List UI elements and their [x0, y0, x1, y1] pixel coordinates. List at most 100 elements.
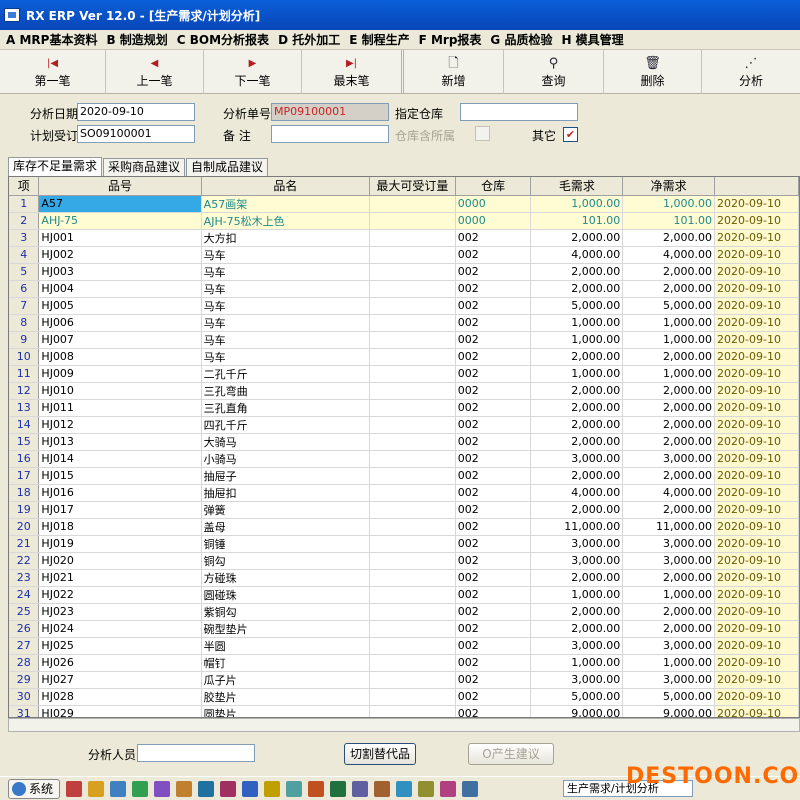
cell-max-orderable[interactable]: [369, 552, 456, 570]
cell-warehouse[interactable]: 002: [455, 246, 532, 264]
cell-item-name[interactable]: 二孔千斤: [201, 365, 371, 383]
cell-gross-demand[interactable]: 1,000.00: [530, 365, 624, 383]
cell-gross-demand[interactable]: 5,000.00: [530, 688, 624, 706]
cell-date[interactable]: 2020-09-10: [714, 246, 799, 264]
taskbar-tool-icon-3[interactable]: [110, 780, 126, 797]
cell-date[interactable]: 2020-09-10: [714, 399, 799, 417]
cell-item-name[interactable]: 抽屉子: [201, 467, 371, 485]
cell-max-orderable[interactable]: [369, 705, 456, 717]
cell-item-no[interactable]: HJ020: [38, 552, 202, 570]
cell-net-demand[interactable]: 1,000.00: [622, 195, 716, 213]
cell-max-orderable[interactable]: [369, 382, 456, 400]
cell-item-no[interactable]: HJ018: [38, 518, 202, 536]
cell-item-name[interactable]: 马车: [201, 263, 371, 281]
cell-item-no[interactable]: HJ007: [38, 331, 202, 349]
cell-date[interactable]: 2020-09-10: [714, 314, 799, 332]
menu-item-bom-report[interactable]: C BOM分析报表: [177, 31, 269, 48]
cell-gross-demand[interactable]: 2,000.00: [530, 280, 624, 298]
cell-max-orderable[interactable]: [369, 280, 456, 298]
cell-warehouse[interactable]: 002: [455, 263, 532, 281]
cell-warehouse[interactable]: 002: [455, 365, 532, 383]
table-row[interactable]: 2 AHJ-75 AJH-75松木上色 0000 101.00 101.00 2020-09…: [9, 212, 799, 230]
table-row[interactable]: 22 HJ020 铜勾 002 3,000.00 3,000.00 2020-09-10: [9, 552, 799, 570]
menu-item-mrp-report[interactable]: F Mrp报表: [419, 31, 482, 48]
cell-date[interactable]: 2020-09-10: [714, 212, 799, 230]
cell-item-name[interactable]: 马车: [201, 348, 371, 366]
cell-gross-demand[interactable]: 2,000.00: [530, 382, 624, 400]
taskbar-tool-icon-9[interactable]: [242, 780, 258, 797]
table-row[interactable]: 15 HJ013 大骑马 002 2,000.00 2,000.00 2020-09-10: [9, 433, 799, 451]
cell-item-no[interactable]: HJ003: [38, 263, 202, 281]
cell-date[interactable]: 2020-09-10: [714, 535, 799, 553]
col-item-no[interactable]: 品号: [38, 177, 202, 196]
table-row[interactable]: 24 HJ022 圆碰珠 002 1,000.00 1,000.00 2020-09-10: [9, 586, 799, 604]
cell-item-name[interactable]: 圆碰珠: [201, 586, 371, 604]
cell-gross-demand[interactable]: 3,000.00: [530, 450, 624, 468]
cell-max-orderable[interactable]: [369, 195, 456, 213]
table-row[interactable]: 19 HJ017 弹簧 002 2,000.00 2,000.00 2020-09-10: [9, 501, 799, 519]
cell-gross-demand[interactable]: 1,000.00: [530, 654, 624, 672]
table-row[interactable]: 12 HJ010 三孔弯曲 002 2,000.00 2,000.00 2020-09-10: [9, 382, 799, 400]
cell-date[interactable]: 2020-09-10: [714, 705, 799, 717]
cell-item-no[interactable]: HJ016: [38, 484, 202, 502]
cell-net-demand[interactable]: 1,000.00: [622, 586, 716, 604]
cell-net-demand[interactable]: 101.00: [622, 212, 716, 230]
cell-gross-demand[interactable]: 2,000.00: [530, 399, 624, 417]
cell-date[interactable]: 2020-09-10: [714, 688, 799, 706]
taskbar-tool-icon-5[interactable]: [154, 780, 170, 797]
cell-warehouse[interactable]: 002: [455, 603, 532, 621]
cell-date[interactable]: 2020-09-10: [714, 569, 799, 587]
cell-max-orderable[interactable]: [369, 365, 456, 383]
first-record-button[interactable]: |◀ 第一笔: [0, 50, 106, 94]
cell-gross-demand[interactable]: 1,000.00: [530, 314, 624, 332]
cell-date[interactable]: 2020-09-10: [714, 263, 799, 281]
cell-date[interactable]: 2020-09-10: [714, 467, 799, 485]
menu-item-quality[interactable]: G 品质检验: [490, 31, 552, 48]
cell-gross-demand[interactable]: 2,000.00: [530, 569, 624, 587]
cell-gross-demand[interactable]: 3,000.00: [530, 552, 624, 570]
cell-item-no[interactable]: HJ015: [38, 467, 202, 485]
cell-net-demand[interactable]: 11,000.00: [622, 518, 716, 536]
cell-item-name[interactable]: 三孔弯曲: [201, 382, 371, 400]
cell-max-orderable[interactable]: [369, 399, 456, 417]
cell-net-demand[interactable]: 2,000.00: [622, 263, 716, 281]
cell-warehouse[interactable]: 002: [455, 280, 532, 298]
cell-date[interactable]: 2020-09-10: [714, 331, 799, 349]
cell-item-name[interactable]: 弹簧: [201, 501, 371, 519]
warehouse-field[interactable]: [460, 103, 578, 121]
cell-date[interactable]: 2020-09-10: [714, 365, 799, 383]
cell-net-demand[interactable]: 3,000.00: [622, 450, 716, 468]
cell-warehouse[interactable]: 002: [455, 518, 532, 536]
cell-max-orderable[interactable]: [369, 229, 456, 247]
cell-gross-demand[interactable]: 4,000.00: [530, 484, 624, 502]
cell-date[interactable]: 2020-09-10: [714, 603, 799, 621]
cell-date[interactable]: 2020-09-10: [714, 501, 799, 519]
cell-gross-demand[interactable]: 11,000.00: [530, 518, 624, 536]
cell-gross-demand[interactable]: 2,000.00: [530, 603, 624, 621]
cell-max-orderable[interactable]: [369, 297, 456, 315]
last-record-button[interactable]: ▶| 最末笔: [302, 50, 404, 94]
cell-item-no[interactable]: HJ005: [38, 297, 202, 315]
tab-insufficient-stock[interactable]: 库存不足量需求: [8, 157, 103, 176]
cell-date[interactable]: 2020-09-10: [714, 654, 799, 672]
table-row[interactable]: 31 HJ029 圆垫片 002 9,000.00 9,000.00 2020-09-10: [9, 705, 799, 717]
note-field[interactable]: [271, 125, 389, 143]
cell-warehouse[interactable]: 002: [455, 450, 532, 468]
taskbar-tool-icon-1[interactable]: [66, 780, 82, 797]
cell-gross-demand[interactable]: 1,000.00: [530, 331, 624, 349]
taskbar-tool-icon-14[interactable]: [352, 780, 368, 797]
cell-max-orderable[interactable]: [369, 314, 456, 332]
cell-net-demand[interactable]: 2,000.00: [622, 569, 716, 587]
cell-gross-demand[interactable]: 2,000.00: [530, 620, 624, 638]
table-row[interactable]: 27 HJ025 半圆 002 3,000.00 3,000.00 2020-09-10: [9, 637, 799, 655]
cell-item-no[interactable]: HJ029: [38, 705, 202, 717]
menu-item-manufacturing-plan[interactable]: B 制造规划: [106, 31, 167, 48]
cell-max-orderable[interactable]: [369, 212, 456, 230]
cell-gross-demand[interactable]: 2,000.00: [530, 416, 624, 434]
cell-item-name[interactable]: 大方扣: [201, 229, 371, 247]
cell-gross-demand[interactable]: 1,000.00: [530, 195, 624, 213]
cell-net-demand[interactable]: 1,000.00: [622, 654, 716, 672]
tab-purchase-suggestion[interactable]: 采购商品建议: [103, 158, 186, 176]
cell-net-demand[interactable]: 3,000.00: [622, 637, 716, 655]
cell-net-demand[interactable]: 3,000.00: [622, 535, 716, 553]
